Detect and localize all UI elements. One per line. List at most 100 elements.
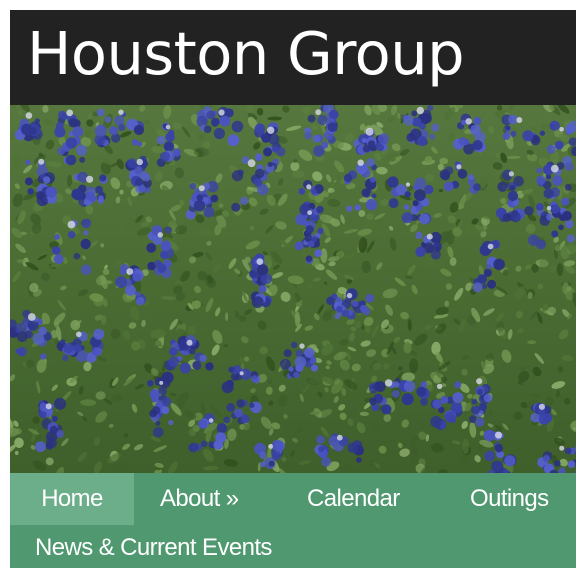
bluebonnet-petal xyxy=(483,393,493,403)
bluebonnet-petal xyxy=(263,147,273,157)
bluebonnet-petal xyxy=(221,381,234,394)
bluebonnet-petal xyxy=(470,124,481,136)
bluebonnet-tip xyxy=(456,164,462,170)
bluebonnet-petal xyxy=(133,124,144,136)
bluebonnet-petal xyxy=(189,182,197,190)
bluebonnet-petal xyxy=(24,177,33,186)
bluebonnet-petal xyxy=(135,178,143,187)
bluebonnet-petal xyxy=(314,249,323,257)
bluebonnet-petal xyxy=(311,235,318,243)
bluebonnet-petal xyxy=(80,264,92,276)
bluebonnet-petal xyxy=(381,404,392,415)
bluebonnet-petal xyxy=(211,118,220,127)
site-title[interactable]: Houston Group xyxy=(27,19,465,89)
bluebonnet-petal xyxy=(536,203,544,211)
bluebonnet-petal xyxy=(561,197,570,206)
nav-item-outings[interactable]: Outings xyxy=(470,473,549,525)
bluebonnet-petal xyxy=(316,205,324,214)
bluebonnet-petal xyxy=(412,200,419,207)
bluebonnet-petal xyxy=(457,169,468,179)
bluebonnet-petal xyxy=(413,184,420,191)
bluebonnet-petal xyxy=(527,234,540,246)
bluebonnet-petal xyxy=(193,200,206,212)
bluebonnet-petal xyxy=(361,188,371,197)
bluebonnet-petal xyxy=(477,389,483,395)
bluebonnet-petal xyxy=(192,360,202,370)
bluebonnet-petal xyxy=(524,206,534,216)
nav-item-home[interactable]: Home xyxy=(10,473,134,525)
bluebonnet-petal xyxy=(346,205,353,212)
bluebonnet-tip xyxy=(550,164,559,173)
bluebonnet-petal xyxy=(554,140,564,150)
bluebonnet-petal xyxy=(558,224,564,231)
bluebonnet-tip xyxy=(336,434,343,441)
bluebonnet-petal xyxy=(65,137,77,149)
bluebonnet-petal xyxy=(317,227,324,234)
nav-item-about[interactable]: About » xyxy=(160,473,239,525)
bluebonnet-petal xyxy=(387,176,399,188)
bluebonnet-petal xyxy=(403,204,410,210)
nav-item-news-current-events[interactable]: News & Current Events xyxy=(35,525,272,568)
bluebonnet-petal xyxy=(483,268,492,277)
bluebonnet-petal xyxy=(226,403,236,412)
bluebonnet-petal xyxy=(304,347,315,358)
bluebonnet-petal xyxy=(240,196,249,206)
bluebonnet-petal xyxy=(55,121,64,130)
bluebonnet-petal xyxy=(427,105,434,112)
bluebonnet-tip xyxy=(198,185,205,192)
bluebonnet-petal xyxy=(179,362,191,374)
bluebonnet-petal xyxy=(512,200,519,207)
bluebonnet-petal xyxy=(473,183,481,191)
bluebonnet-petal xyxy=(564,162,574,172)
bluebonnet-tip xyxy=(365,127,374,136)
bluebonnet-petal xyxy=(76,144,87,156)
bluebonnet-petal xyxy=(160,240,172,252)
leaf-shape xyxy=(527,340,537,345)
bluebonnet-petal xyxy=(317,114,328,126)
bluebonnet-petal xyxy=(131,139,139,146)
bluebonnet-petal xyxy=(293,371,300,379)
bluebonnet-petal xyxy=(416,135,428,147)
bluebonnet-petal xyxy=(418,122,426,130)
bluebonnet-petal xyxy=(393,381,400,388)
bluebonnet-tip xyxy=(256,258,264,265)
bluebonnet-petal xyxy=(45,431,58,443)
bluebonnet-petal xyxy=(403,380,416,393)
bluebonnet-petal xyxy=(335,296,342,303)
bluebonnet-petal xyxy=(479,402,487,411)
bluebonnet-petal xyxy=(429,133,436,140)
bluebonnet-petal xyxy=(234,408,243,418)
bluebonnet-petal xyxy=(458,137,467,146)
bluebonnet-petal xyxy=(416,251,423,257)
bluebonnet-petal xyxy=(351,300,359,308)
bluebonnet-petal xyxy=(206,110,216,120)
bluebonnet-petal xyxy=(493,258,505,271)
bluebonnet-tip xyxy=(38,158,45,165)
bluebonnet-petal xyxy=(435,246,441,252)
bluebonnet-petal xyxy=(188,442,199,453)
bluebonnet-petal xyxy=(509,185,516,191)
bluebonnet-petal xyxy=(267,161,273,167)
bluebonnet-petal xyxy=(307,114,316,123)
bluebonnet-petal xyxy=(365,293,375,303)
leaf-shape xyxy=(70,319,81,331)
bluebonnet-petal xyxy=(369,176,376,183)
bluebonnet-petal xyxy=(369,397,377,406)
bluebonnet-tip xyxy=(86,175,94,183)
bluebonnet-tip xyxy=(66,109,74,117)
bluebonnet-tip xyxy=(67,220,76,229)
bluebonnet-petal xyxy=(316,435,325,444)
bluebonnet-petal xyxy=(415,231,423,239)
bluebonnet-petal xyxy=(268,460,275,467)
bluebonnet-petal xyxy=(45,442,54,450)
bluebonnet-petal xyxy=(510,130,517,137)
bluebonnet-petal xyxy=(257,264,269,276)
bluebonnet-petal xyxy=(136,296,145,306)
nav-item-calendar[interactable]: Calendar xyxy=(307,473,400,525)
bluebonnet-petal xyxy=(79,156,86,163)
bluebonnet-tip xyxy=(126,268,134,275)
leaf-shape xyxy=(42,105,49,113)
bluebonnet-petal xyxy=(336,305,343,313)
bluebonnet-petal xyxy=(94,124,107,137)
leaf-shape xyxy=(193,147,209,157)
